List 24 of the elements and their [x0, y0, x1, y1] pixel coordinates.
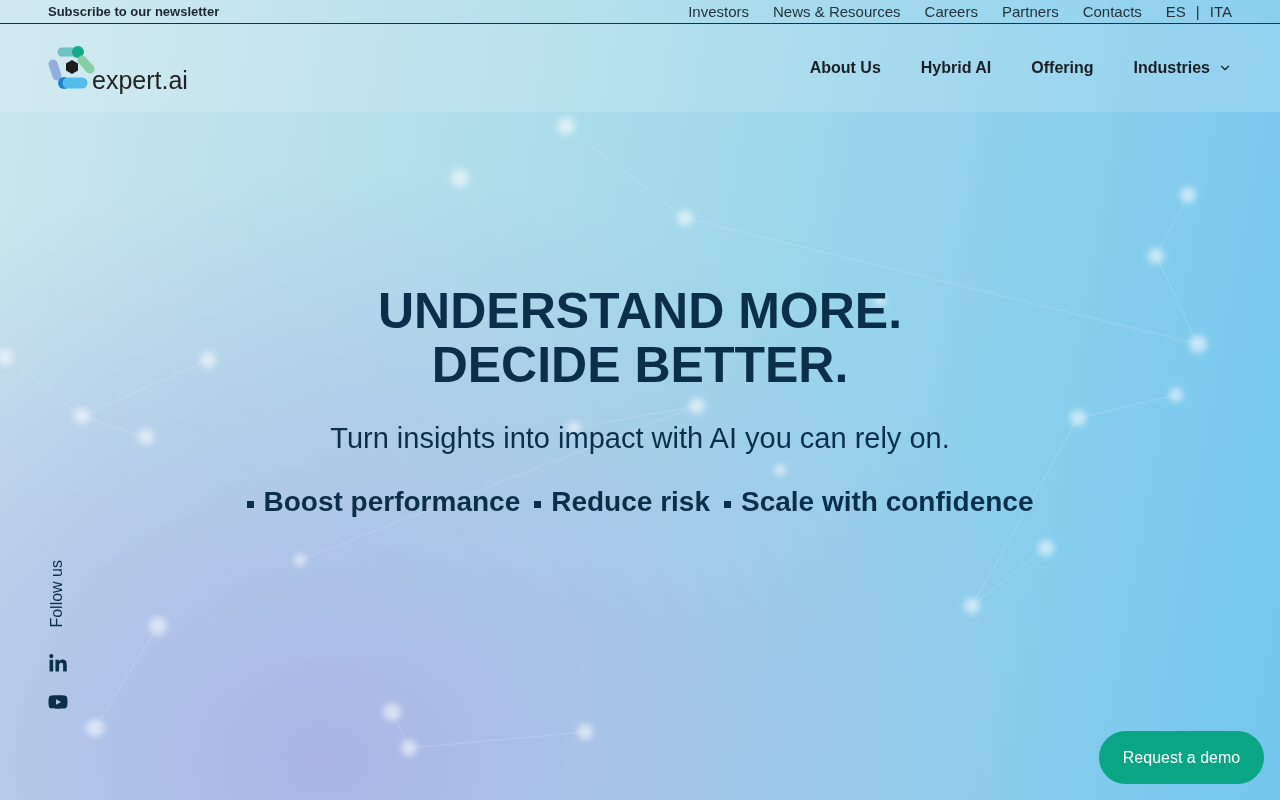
highlight-text: Boost performance: [263, 485, 521, 519]
nav-link[interactable]: Hybrid AI: [920, 56, 992, 80]
top-link[interactable]: News & Resources: [773, 4, 901, 19]
top-link[interactable]: Careers: [924, 4, 978, 19]
square-bullet-icon: [246, 500, 254, 508]
highlight-text: Scale with confidence: [740, 485, 1034, 519]
nav-link[interactable]: Offering: [1031, 56, 1094, 80]
newsletter-link[interactable]: Subscribe to our newsletter: [48, 5, 220, 18]
nav-link[interactable]: About Us: [809, 56, 881, 80]
language-separator: |: [1195, 4, 1200, 19]
square-bullet-icon: [723, 500, 731, 508]
top-link[interactable]: Partners: [1001, 4, 1059, 19]
hero-subtitle: Turn insights into impact with AI you can rely on.: [330, 421, 950, 456]
top-link[interactable]: Investors: [688, 4, 750, 19]
logo-text: expert.ai: [92, 68, 188, 93]
language-link[interactable]: ES: [1165, 4, 1186, 19]
square-bullet-icon: [534, 500, 542, 508]
top-link[interactable]: Contacts: [1082, 4, 1142, 19]
nav-dropdown[interactable]: Industries: [1133, 56, 1232, 80]
hero-heading: UNDERSTAND MORE. DECIDE BETTER.: [377, 284, 903, 392]
highlight-text: Reduce risk: [551, 485, 710, 519]
follow-us-label: Follow us: [48, 560, 66, 628]
language-link[interactable]: ITA: [1209, 4, 1232, 19]
linkedin-icon[interactable]: [48, 653, 68, 674]
